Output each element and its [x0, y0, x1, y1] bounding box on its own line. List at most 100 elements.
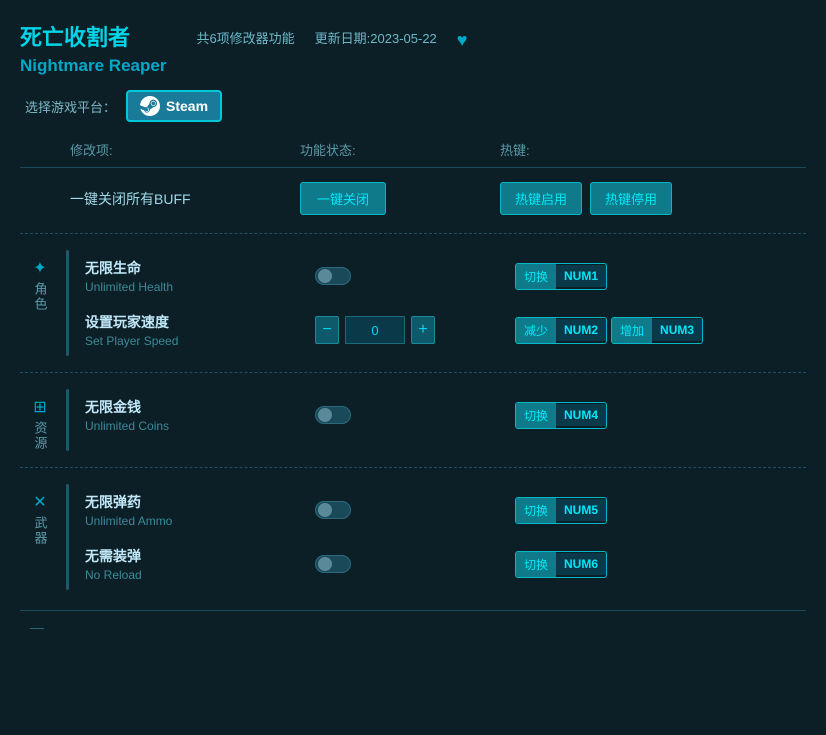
mod-row-2-1: 无需装弹 No Reload 切换NUM6 [75, 538, 806, 590]
hotkey-disable-button[interactable]: 热键停用 [590, 182, 672, 215]
category-icon-1: ⊞ [33, 397, 46, 417]
category-text-2: 武器 [31, 516, 50, 546]
mod-info-0-1: 设置玩家速度 Set Player Speed [85, 312, 315, 348]
hotkey-label-0-0-0: 切换 [516, 264, 556, 289]
category-icon-2: ✕ [33, 492, 46, 512]
category-section-1: ⊞ 资源 无限金钱Unlimited Coins 切换NUM4 [20, 379, 806, 461]
mod-name-en-0-1: Set Player Speed [85, 334, 315, 348]
plus-button-0-1[interactable]: + [411, 316, 435, 344]
section-divider-top [20, 233, 806, 234]
mod-row-1-0: 无限金钱Unlimited Coins 切换NUM4 [75, 389, 806, 441]
category-bar-1 [66, 389, 69, 451]
category-icon-0: ✦ [33, 258, 46, 278]
game-title-cn: 死亡收割者 [20, 20, 166, 52]
hotkey-btn-0-0-0[interactable]: 切换NUM1 [515, 263, 607, 290]
toggle-switch-2-0[interactable] [315, 501, 351, 519]
mod-name-cn-0-1: 设置玩家速度 [85, 312, 315, 332]
section-divider-0 [20, 372, 806, 373]
section-divider-1 [20, 467, 806, 468]
toggle-knob-1-0 [318, 408, 332, 422]
app-container: 死亡收割者 Nightmare Reaper 共6项修改器功能 更新日期:202… [0, 0, 826, 735]
bottom-bar: — [20, 610, 806, 643]
category-label-area-2: ✕ 武器 [20, 484, 60, 590]
header: 死亡收割者 Nightmare Reaper 共6项修改器功能 更新日期:202… [20, 20, 806, 76]
header-left: 死亡收割者 Nightmare Reaper [20, 20, 166, 76]
toggle-switch-2-1[interactable] [315, 555, 351, 573]
col-header-mod: 修改项: [70, 140, 300, 159]
category-items-2: 无限弹药Unlimited Ammo切换NUM5无需装弹No Reload切换N… [75, 484, 806, 590]
hotkey-label-1-0-0: 切换 [516, 403, 556, 428]
mod-info-1-0: 无限金钱Unlimited Coins [85, 397, 315, 433]
global-status-btns: 一键关闭 [300, 182, 500, 215]
hotkey-label-0-1-1: 增加 [612, 318, 652, 343]
mod-row-0-1: 设置玩家速度Set Player Speed−+减少NUM2增加NUM3 [75, 304, 806, 356]
mod-hotkeys-2-1: 切换NUM6 [515, 551, 806, 578]
category-text-1: 资源 [31, 421, 50, 451]
hotkey-label-2-1-0: 切换 [516, 552, 556, 577]
categories-container: ✦ 角色 无限生命 Unlimited Health 切换NUM1 设置玩家速度 Set P… [20, 240, 806, 600]
mod-name-en-2-1: No Reload [85, 568, 315, 582]
hotkey-enable-button[interactable]: 热键启用 [500, 182, 582, 215]
category-section-2: ✕ 武器 无限弹药Unlimited Ammo 切换NUM5 无需装弹 No Reload… [20, 474, 806, 600]
mod-toggle-area-1-0 [315, 406, 515, 424]
mod-toggle-area-0-1: −+ [315, 316, 515, 344]
hotkey-btn-1-0-0[interactable]: 切换NUM4 [515, 402, 607, 429]
mod-info-2-1: 无需装弹 No Reload [85, 546, 315, 582]
hotkey-key-0-1-0: NUM2 [556, 319, 606, 341]
category-label-area-0: ✦ 角色 [20, 250, 60, 356]
header-meta: 共6项修改器功能 更新日期:2023-05-22 ♥ [196, 24, 467, 51]
global-hotkey-btns: 热键启用 热键停用 [500, 182, 672, 215]
mod-hotkeys-0-1: 减少NUM2增加NUM3 [515, 317, 806, 344]
steam-logo-icon [140, 96, 160, 116]
category-bar-0 [66, 250, 69, 356]
mod-name-cn-2-1: 无需装弹 [85, 546, 315, 566]
category-text-0: 角色 [31, 282, 50, 312]
column-headers: 修改项: 功能状态: 热键: [20, 140, 806, 168]
mod-hotkeys-0-0: 切换NUM1 [515, 263, 806, 290]
hotkey-key-0-1-1: NUM3 [652, 319, 702, 341]
hotkey-label-0-1-0: 减少 [516, 318, 556, 343]
mod-info-2-0: 无限弹药Unlimited Ammo [85, 492, 315, 528]
toggle-knob-2-1 [318, 557, 332, 571]
hotkey-btn-2-0-0[interactable]: 切换NUM5 [515, 497, 607, 524]
category-items-0: 无限生命 Unlimited Health 切换NUM1 设置玩家速度 Set Play… [75, 250, 806, 356]
mod-row-0-0: 无限生命 Unlimited Health 切换NUM1 [75, 250, 806, 302]
mod-hotkeys-1-0: 切换NUM4 [515, 402, 806, 429]
update-date: 更新日期:2023-05-22 [315, 28, 437, 47]
toggle-switch-1-0[interactable] [315, 406, 351, 424]
toggle-switch-0-0[interactable] [315, 267, 351, 285]
category-label-area-1: ⊞ 资源 [20, 389, 60, 451]
steam-button[interactable]: Steam [126, 90, 222, 122]
platform-row: 选择游戏平台： Steam [20, 90, 806, 122]
hotkey-btn-0-1-1[interactable]: 增加NUM3 [611, 317, 703, 344]
hotkey-key-1-0-0: NUM4 [556, 404, 606, 426]
minus-button-0-1[interactable]: − [315, 316, 339, 344]
mod-toggle-area-2-0 [315, 501, 515, 519]
mod-hotkeys-2-0: 切换NUM5 [515, 497, 806, 524]
hotkey-btn-0-1-0[interactable]: 减少NUM2 [515, 317, 607, 344]
mod-toggle-area-0-0 [315, 267, 515, 285]
mod-name-cn-0-0: 无限生命 [85, 258, 315, 278]
bottom-icon: — [30, 619, 44, 635]
heart-icon[interactable]: ♥ [457, 30, 468, 51]
category-section-0: ✦ 角色 无限生命 Unlimited Health 切换NUM1 设置玩家速度 Set P… [20, 240, 806, 366]
col-header-hotkey: 热键: [500, 140, 806, 159]
mod-name-en-2-0: Unlimited Ammo [85, 514, 315, 528]
mod-name-en-1-0: Unlimited Coins [85, 419, 315, 433]
steam-label: Steam [166, 98, 208, 114]
hotkey-btn-2-1-0[interactable]: 切换NUM6 [515, 551, 607, 578]
game-title-en: Nightmare Reaper [20, 56, 166, 76]
col-header-status: 功能状态: [300, 140, 500, 159]
global-mod-name: 一键关闭所有BUFF [70, 189, 300, 209]
hotkey-label-2-0-0: 切换 [516, 498, 556, 523]
category-bar-2 [66, 484, 69, 590]
num-input-0-1[interactable] [345, 316, 405, 344]
mod-count: 共6项修改器功能 [196, 28, 294, 47]
speed-control-0-1: −+ [315, 316, 435, 344]
category-items-1: 无限金钱Unlimited Coins 切换NUM4 [75, 389, 806, 451]
one-click-off-button[interactable]: 一键关闭 [300, 182, 386, 215]
platform-label: 选择游戏平台： [25, 97, 116, 116]
mod-name-en-0-0: Unlimited Health [85, 280, 315, 294]
hotkey-key-2-1-0: NUM6 [556, 553, 606, 575]
toggle-knob-0-0 [318, 269, 332, 283]
